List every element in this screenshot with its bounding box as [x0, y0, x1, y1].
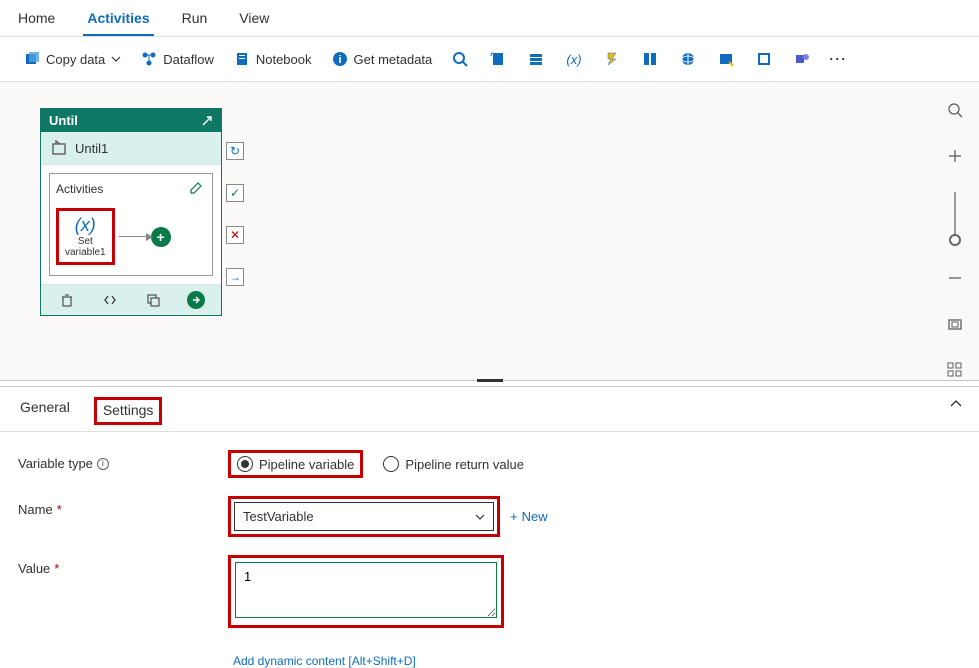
collapse-panel-icon[interactable]: [949, 397, 963, 411]
zoom-in-icon[interactable]: [941, 142, 969, 170]
pipeline-canvas[interactable]: Until Until1 Activities (x) Set: [0, 82, 979, 380]
azure-function-icon[interactable]: [604, 51, 620, 67]
dataflow-icon: [141, 51, 157, 67]
refresh-hint[interactable]: ↻: [226, 142, 244, 160]
svg-text:(x): (x): [567, 52, 582, 67]
new-variable-link[interactable]: + New: [510, 509, 548, 524]
until-loop-icon: [51, 140, 67, 156]
edit-icon[interactable]: [188, 180, 206, 198]
fit-screen-icon[interactable]: [941, 310, 969, 338]
canvas-tools: [941, 96, 969, 384]
panel-tabs: General Settings: [0, 387, 979, 432]
search-canvas-icon[interactable]: [941, 96, 969, 124]
variable-x-icon: (x): [65, 215, 106, 236]
success-hint[interactable]: ✓: [226, 184, 244, 202]
connector-arrow: [119, 236, 147, 237]
connector-hints: ↻ ✓ ✕ →: [226, 142, 244, 286]
ribbon-toolbar: Copy data Dataflow Notebook i Get metada…: [0, 37, 979, 82]
radio-pipeline-variable[interactable]: Pipeline variable: [228, 450, 363, 478]
panel-resize-handle[interactable]: [0, 380, 979, 386]
get-metadata-label: Get metadata: [354, 52, 433, 67]
properties-panel: General Settings Variable type i Pipelin…: [0, 386, 979, 668]
variable-icon[interactable]: (x): [566, 51, 582, 67]
setvar-label2: variable1: [65, 247, 106, 258]
set-variable-activity[interactable]: (x) Set variable1: [56, 208, 115, 265]
name-select[interactable]: TestVariable: [234, 502, 494, 531]
name-select-value: TestVariable: [243, 509, 314, 524]
teams-icon[interactable]: [794, 51, 810, 67]
office-icon[interactable]: [756, 51, 772, 67]
variable-type-label: Variable type i: [18, 450, 228, 471]
node-action-bar: [41, 284, 221, 315]
until-header-label: Until: [49, 113, 78, 128]
fail-hint[interactable]: ✕: [226, 226, 244, 244]
add-activity-button[interactable]: +: [151, 227, 171, 247]
delete-icon[interactable]: [58, 291, 76, 309]
get-metadata-button[interactable]: i Get metadata: [322, 47, 443, 71]
copy-data-icon: [24, 51, 40, 67]
plus-icon: +: [510, 509, 518, 524]
tab-general[interactable]: General: [18, 397, 72, 425]
value-label: Value*: [18, 555, 228, 576]
code-icon[interactable]: [101, 291, 119, 309]
dataflow-label: Dataflow: [163, 52, 214, 67]
more-button[interactable]: ⋯: [828, 49, 848, 70]
radio-icon: [237, 456, 253, 472]
web-icon[interactable]: [680, 51, 696, 67]
radio-icon: [383, 456, 399, 472]
notebook-button[interactable]: Notebook: [224, 47, 322, 71]
until-header: Until: [41, 109, 221, 132]
until-title-row: Until1: [41, 132, 221, 165]
settings-form: Variable type i Pipeline variable Pipeli…: [0, 432, 979, 654]
lookup-icon[interactable]: [452, 51, 468, 67]
setvar-label1: Set: [65, 236, 106, 247]
webhook-icon[interactable]: [718, 51, 734, 67]
value-input[interactable]: 1: [235, 562, 497, 618]
until-activity-node[interactable]: Until Until1 Activities (x) Set: [40, 108, 222, 316]
name-label: Name*: [18, 496, 228, 517]
script-icon[interactable]: [490, 51, 506, 67]
tab-settings[interactable]: Settings: [94, 397, 163, 425]
radio-pipeline-return-value[interactable]: Pipeline return value: [383, 456, 524, 472]
clone-icon[interactable]: [144, 291, 162, 309]
zoom-slider[interactable]: [954, 192, 956, 242]
activities-container: Activities (x) Set variable1 +: [49, 173, 213, 276]
icon-row: (x): [452, 51, 810, 67]
tab-view[interactable]: View: [235, 6, 273, 36]
until-title: Until1: [75, 141, 108, 156]
notebook-icon: [234, 51, 250, 67]
stored-proc-icon[interactable]: [528, 51, 544, 67]
run-icon[interactable]: [187, 291, 205, 309]
tab-run[interactable]: Run: [178, 6, 212, 36]
info-icon[interactable]: i: [97, 458, 109, 470]
dataflow-button[interactable]: Dataflow: [131, 47, 224, 71]
expand-icon[interactable]: [201, 115, 213, 127]
wrangling-icon[interactable]: [642, 51, 658, 67]
notebook-label: Notebook: [256, 52, 312, 67]
zoom-out-icon[interactable]: [941, 264, 969, 292]
top-nav: Home Activities Run View: [0, 0, 979, 37]
info-icon: i: [332, 51, 348, 67]
tab-activities[interactable]: Activities: [83, 6, 153, 36]
svg-text:i: i: [338, 54, 341, 66]
chevron-down-icon: [111, 54, 121, 64]
copy-data-label: Copy data: [46, 52, 105, 67]
tab-home[interactable]: Home: [14, 6, 59, 36]
add-dynamic-content-link[interactable]: Add dynamic content [Alt+Shift+D]: [233, 654, 979, 668]
copy-data-button[interactable]: Copy data: [14, 47, 131, 71]
skip-hint[interactable]: →: [226, 268, 244, 286]
chevron-down-icon: [475, 512, 485, 522]
activities-label: Activities: [56, 182, 103, 196]
